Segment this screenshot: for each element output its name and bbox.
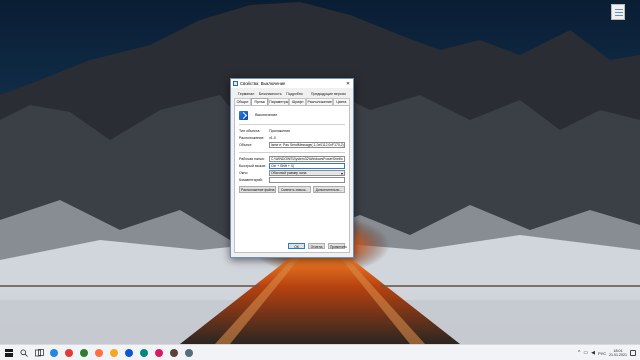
tab-colors[interactable]: Цвета	[332, 98, 350, 105]
dialog-title: Свойства: Выключение	[240, 81, 286, 86]
app-icon	[110, 348, 118, 357]
hotkey-label: Быстрый вызов:	[239, 163, 266, 168]
taskbar-app-5[interactable]	[107, 346, 121, 360]
app-icon	[185, 348, 193, 357]
window-size-select[interactable]: Обычный размер окна	[269, 169, 345, 176]
taskbar-app-10[interactable]	[182, 346, 196, 360]
pinned-apps	[47, 346, 197, 360]
app-icon	[50, 348, 58, 357]
comment-row: Комментарий:	[239, 176, 345, 183]
chevron-up-icon[interactable]: ^	[578, 345, 580, 360]
app-icon	[140, 348, 148, 357]
start-button[interactable]	[2, 346, 16, 360]
taskbar-app-9[interactable]	[167, 346, 181, 360]
location-row: Расположение: v1.0	[239, 135, 345, 142]
type-label: Тип объекта:	[239, 129, 261, 133]
location-label: Расположение:	[239, 136, 265, 140]
windows-logo-icon	[5, 348, 13, 357]
tab-font[interactable]: Шрифт	[289, 98, 307, 105]
tab-details[interactable]: Подробно	[282, 91, 306, 98]
search-button[interactable]	[17, 346, 31, 360]
task-view-icon	[34, 348, 44, 356]
type-value: Приложение	[269, 129, 291, 133]
location-value: v1.0	[269, 136, 276, 140]
divider	[239, 151, 345, 152]
workdir-input[interactable]: C:\WINDOWS\System32\WindowsPowerShell\v	[269, 155, 345, 162]
app-icon	[95, 348, 103, 357]
tab-shortcut[interactable]: Ярлык	[251, 98, 269, 105]
tab-row-top: Терминал Безопасность Подробно Предыдущи…	[234, 91, 350, 98]
shortcut-panel: Выключение Тип объекта: Приложение Распо…	[234, 105, 350, 253]
workdir-row: Рабочая папка: C:\WINDOWS\System32\Windo…	[239, 155, 345, 162]
dialog-titlebar[interactable]: Свойства: Выключение ✕	[231, 79, 353, 88]
cancel-button[interactable]: Отмена	[308, 242, 325, 249]
taskbar-app-2[interactable]	[62, 346, 76, 360]
system-tray: ^ ▭ ◀ РУС 18:01 21.01.2021	[578, 345, 636, 360]
tab-general[interactable]: Общие	[234, 98, 252, 105]
clock-date: 21.01.2021	[609, 353, 627, 357]
app-icon	[170, 348, 178, 357]
taskbar: ^ ▭ ◀ РУС 18:01 21.01.2021	[0, 344, 640, 360]
desktop-shortcut-icon[interactable]	[607, 4, 629, 30]
app-icon	[155, 348, 163, 357]
tab-security[interactable]: Безопасность	[258, 91, 282, 98]
notification-center-icon[interactable]	[630, 350, 636, 356]
type-row: Тип объекта: Приложение	[239, 128, 345, 135]
app-icon	[65, 348, 73, 357]
taskbar-app-8[interactable]	[152, 346, 166, 360]
comment-label: Комментарий:	[239, 177, 263, 182]
properties-dialog: Свойства: Выключение ✕ Терминал Безопасн…	[230, 78, 354, 258]
shortcut-actions: Расположение файла Сменить значок... Доп…	[239, 186, 346, 193]
powershell-icon	[239, 110, 248, 120]
search-icon	[20, 348, 28, 357]
window-icon	[233, 81, 238, 86]
ok-button[interactable]: ОК	[288, 242, 305, 249]
tab-terminal[interactable]: Терминал	[234, 91, 258, 98]
shortcut-header: Выключение	[239, 109, 345, 121]
tab-strip: Терминал Безопасность Подробно Предыдущи…	[234, 91, 350, 105]
taskbar-app-7[interactable]	[137, 346, 151, 360]
hotkey-row: Быстрый вызов: Ctrl + Shift + X|	[239, 162, 345, 169]
change-icon-button[interactable]: Сменить значок...	[278, 186, 311, 193]
document-icon	[611, 4, 625, 20]
task-view-button[interactable]	[32, 346, 46, 360]
target-row: Объект: lame e; Pas SendMessage(-1,0x011…	[239, 142, 345, 149]
hotkey-input[interactable]: Ctrl + Shift + X|	[269, 162, 345, 169]
window-row: Окно: Обычный размер окна	[239, 169, 345, 176]
comment-input[interactable]	[269, 176, 345, 183]
advanced-button[interactable]: Дополнительно...	[312, 186, 346, 193]
tab-layout[interactable]: Расположение	[306, 98, 333, 105]
close-icon[interactable]: ✕	[343, 81, 353, 87]
dialog-footer: ОК Отмена Применить	[235, 242, 349, 249]
taskbar-app-6[interactable]	[122, 346, 136, 360]
tab-previous-versions[interactable]: Предыдущие версии	[307, 91, 351, 98]
divider	[239, 124, 345, 125]
clock[interactable]: 18:01 21.01.2021	[609, 349, 627, 358]
volume-icon[interactable]: ◀	[591, 345, 595, 360]
language-indicator[interactable]: РУС	[598, 351, 606, 356]
target-label: Объект:	[239, 143, 253, 147]
apply-button[interactable]: Применить	[328, 242, 347, 249]
tab-row-bottom: Общие Ярлык Параметры Шрифт Расположение…	[234, 98, 350, 105]
open-file-location-button[interactable]: Расположение файла	[239, 186, 277, 193]
tab-options[interactable]: Параметры	[268, 98, 290, 105]
shortcut-name: Выключение	[255, 113, 278, 117]
workdir-label: Рабочая папка:	[239, 156, 265, 161]
taskbar-app-4[interactable]	[92, 346, 106, 360]
network-icon[interactable]: ▭	[583, 345, 588, 360]
target-input[interactable]: lame e; Pas SendMessage(-1,0x0112,0xF170…	[269, 142, 345, 148]
taskbar-app-3[interactable]	[77, 346, 91, 360]
app-icon	[80, 348, 88, 357]
taskbar-app-1[interactable]	[47, 346, 61, 360]
app-icon	[125, 348, 133, 357]
